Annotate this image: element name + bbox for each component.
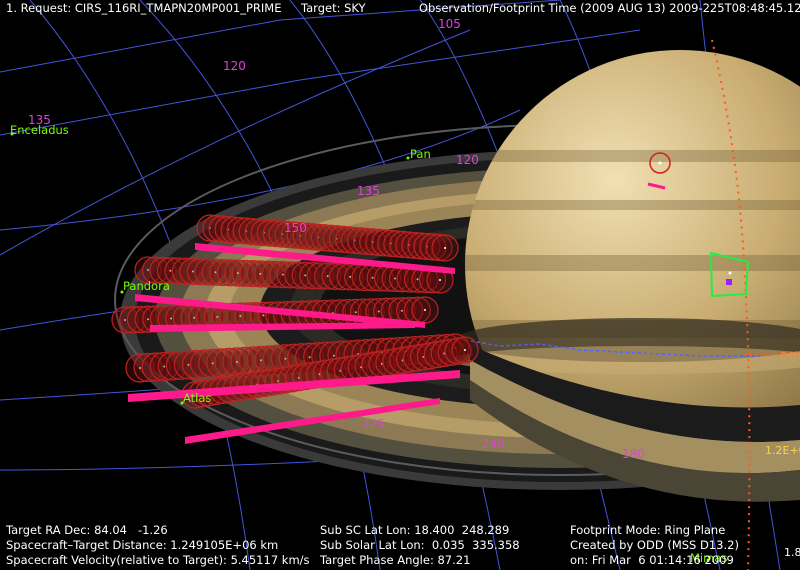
footprint-mode: Footprint Mode: Ring Plane [570,523,726,537]
scale-label-1-8: 1.8 [784,546,800,559]
spacecraft-velocity: Spacecraft Velocity(relative to Target):… [6,553,310,567]
grid-label-105: 105 [438,17,461,31]
created-date: on: Fri Mar 6 01:14:16 2009 [570,553,734,567]
grid-label-135-center: 135 [357,184,380,198]
footprint-center-dot [424,309,426,311]
moon-label-enceladus: Enceladus [10,123,69,137]
scale-label-1-2e: 1.2E+0 [765,444,800,457]
moon-label-pan: Pan [410,147,431,161]
target-phase-angle: Target Phase Angle: 87.21 [320,553,471,567]
footprint-center-dot [439,279,441,281]
sub-sc-lat-lon: Sub SC Lat Lon: 18.400 248.289 [320,523,510,537]
sky-view-canvas[interactable]: 105 120 135 120 135 150 225 240 180 04h … [0,0,800,570]
spacecraft-target-distance: Spacecraft–Target Distance: 1.249105E+06… [6,538,279,552]
target-ra-dec: Target RA Dec: 84.04 -1.26 [6,523,168,537]
target-label: Target: SKY [301,1,366,15]
moon-label-atlas: Atlas [183,391,211,405]
sub-solar-lat-lon: Sub Solar Lat Lon: 0.035 335.358 [320,538,520,552]
grid-label-150: 150 [284,221,307,235]
request-label: 1. Request: CIRS_116RI_TMAPN20MP001_PRIM… [6,1,282,15]
footprint-center-dot [444,247,446,249]
ra-label-04h: 04h [780,350,800,363]
grid-label-240: 240 [482,437,505,451]
moon-label-pandora: Pandora [123,279,170,293]
grid-label-225: 225 [362,417,385,431]
footprint-center-dot [464,349,466,351]
grid-label-120-right: 120 [456,153,479,167]
grid-label-120-upper: 120 [223,59,246,73]
ring-footprint-viewer[interactable]: 105 120 135 120 135 150 225 240 180 04h … [0,0,800,570]
created-by: Created by ODD (MSS D13.2) [570,538,739,552]
observation-time-label: Observation/Footprint Time (2009 AUG 13)… [419,1,800,15]
grid-label-180: 180 [622,447,645,461]
